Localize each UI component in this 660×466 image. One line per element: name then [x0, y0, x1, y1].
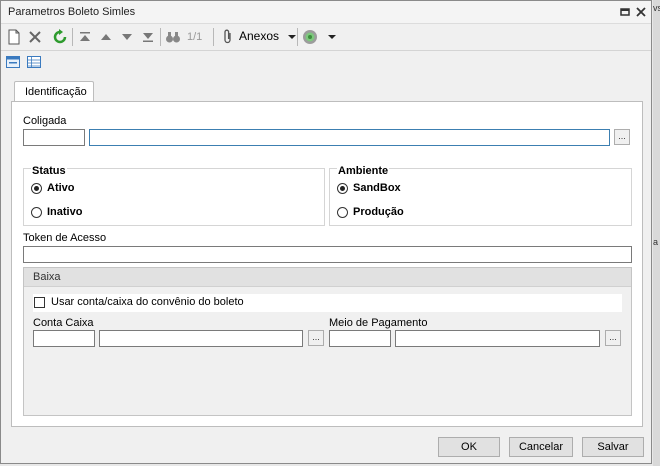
process-icon[interactable] — [302, 29, 318, 45]
radio-sandbox-label: SandBox — [353, 182, 401, 194]
meio-pagamento-label: Meio de Pagamento — [329, 317, 428, 329]
window-title: Parametros Boleto Simles — [8, 6, 136, 18]
anexos-button[interactable]: Anexos — [239, 29, 279, 43]
cancel-button[interactable]: Cancelar — [509, 437, 573, 457]
save-button[interactable]: Salvar — [582, 437, 644, 457]
radio-sandbox[interactable] — [337, 183, 348, 194]
conta-caixa-name-input[interactable] — [99, 330, 303, 347]
record-counter: 1/1 — [187, 31, 203, 43]
radio-producao-label: Produção — [353, 206, 404, 218]
meio-pagamento-code-input[interactable] — [329, 330, 391, 347]
paperclip-icon[interactable] — [220, 29, 236, 45]
coligada-code-input[interactable] — [23, 129, 85, 146]
usar-conta-checkbox[interactable] — [34, 297, 45, 308]
tab-label: Identificação — [25, 86, 87, 98]
ambiente-title: Ambiente — [337, 165, 390, 177]
toolbar-separator — [297, 28, 298, 46]
refresh-icon[interactable] — [52, 29, 68, 45]
background-window: vs a — [653, 0, 660, 466]
first-record-icon[interactable] — [77, 29, 93, 45]
chevron-down-icon[interactable] — [324, 29, 340, 45]
usar-conta-label: Usar conta/caixa do convênio do boleto — [51, 296, 244, 308]
conta-caixa-label: Conta Caixa — [33, 317, 94, 329]
coligada-label: Coligada — [23, 115, 67, 127]
radio-producao[interactable] — [337, 207, 348, 218]
baixa-group: Baixa Usar conta/caixa do convênio do bo… — [23, 267, 632, 416]
background-text: a — [653, 237, 659, 247]
restore-icon[interactable] — [618, 5, 632, 19]
radio-ativo-label: Ativo — [47, 182, 75, 194]
tab-identificacao[interactable]: Identificação — [14, 81, 94, 102]
dialog-window: Parametros Boleto Simles 1/1 Anexos Iden… — [0, 0, 652, 464]
toolbar-separator — [72, 28, 73, 46]
coligada-name-input[interactable] — [89, 129, 610, 146]
baixa-header: Baixa — [24, 268, 631, 287]
coligada-lookup-button[interactable]: ... — [614, 129, 630, 145]
ok-button[interactable]: OK — [438, 437, 500, 457]
close-icon[interactable] — [634, 5, 648, 19]
toolbar-separator — [160, 28, 161, 46]
conta-caixa-code-input[interactable] — [33, 330, 95, 347]
new-document-icon[interactable] — [6, 29, 22, 45]
title-bar: Parametros Boleto Simles — [1, 1, 651, 24]
delete-icon[interactable] — [27, 29, 43, 45]
radio-inativo[interactable] — [31, 207, 42, 218]
next-record-icon[interactable] — [119, 29, 135, 45]
last-record-icon[interactable] — [140, 29, 156, 45]
checkbox-row: Usar conta/caixa do convênio do boleto — [33, 294, 622, 312]
token-input[interactable] — [23, 246, 632, 263]
toolbar: 1/1 Anexos — [1, 24, 651, 51]
status-title: Status — [31, 165, 67, 177]
meio-pagamento-lookup-button[interactable]: ... — [605, 330, 621, 346]
token-label: Token de Acesso — [23, 232, 107, 244]
meio-pagamento-name-input[interactable] — [395, 330, 600, 347]
list-view-icon[interactable] — [27, 56, 41, 68]
conta-caixa-lookup-button[interactable]: ... — [308, 330, 324, 346]
radio-ativo[interactable] — [31, 183, 42, 194]
baixa-title: Baixa — [33, 271, 61, 283]
binoculars-icon[interactable] — [165, 29, 181, 45]
background-text: vs — [653, 3, 660, 13]
view-toolbar — [1, 51, 651, 73]
previous-record-icon[interactable] — [98, 29, 114, 45]
toolbar-separator — [213, 28, 214, 46]
form-view-icon[interactable] — [6, 56, 20, 68]
radio-inativo-label: Inativo — [47, 206, 83, 218]
